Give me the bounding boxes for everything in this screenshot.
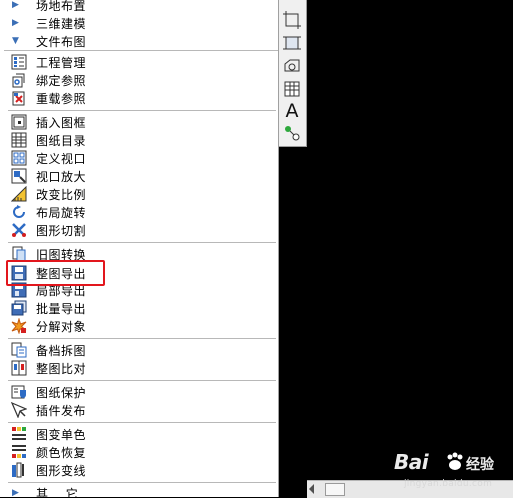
menu-item-label: 图形切割 — [36, 223, 87, 238]
expand-arrow-icon: ▶ — [12, 18, 19, 28]
highlight-box — [6, 260, 105, 286]
menu-item-label: 绑定参照 — [36, 73, 87, 88]
divider — [8, 422, 276, 423]
watermark-brand: Bai — [394, 450, 429, 474]
tree-item-label: 三维建模 — [36, 16, 87, 31]
graphic-cut-icon — [11, 222, 27, 238]
drawing-protect-icon — [11, 384, 27, 400]
define-viewport-icon — [11, 150, 27, 166]
divider — [8, 482, 276, 483]
expand-arrow-icon: ▶ — [12, 0, 19, 10]
tree-item-file-layout[interactable]: ▼ 文件布图 — [0, 32, 278, 50]
plugin-publish-icon — [10, 401, 28, 419]
menu-item-batch-export[interactable]: 批量导出 — [0, 299, 278, 317]
menu-panel: ▶ 场地布置 ▶ 三维建模 ▼ 文件布图 工程管理 绑定参照 重载参照 插入图框 — [0, 0, 279, 497]
paw-logo-icon — [447, 452, 463, 470]
menu-item-label: 工程管理 — [36, 55, 87, 70]
menu-item-label: 备档拆图 — [36, 343, 87, 358]
tree-item-label: 文件布图 — [36, 34, 87, 49]
menu-item-label: 图形变线 — [36, 463, 87, 478]
menu-item-label: 颜色恢复 — [36, 445, 87, 460]
menu-item-drawing-compare[interactable]: 整图比对 — [0, 359, 278, 377]
menu-item-bind-xref[interactable]: 绑定参照 — [0, 71, 278, 89]
menu-item-label: 插件发布 — [36, 403, 87, 418]
watermark-brand-suffix: 经验 — [466, 457, 494, 473]
menu-item-label: 视口放大 — [36, 169, 87, 184]
menu-item-label: 图变单色 — [36, 427, 87, 442]
menu-item-label: 图纸保护 — [36, 385, 87, 400]
watermark: Bai 经验 jingyan.baidu.com — [386, 448, 513, 497]
menu-item-change-scale[interactable]: 改变比例 — [0, 185, 278, 203]
frame-corner-icon[interactable] — [282, 10, 302, 30]
tree-item-label: 其 它 — [36, 486, 79, 498]
menu-item-drawing-catalog[interactable]: 图纸目录 — [0, 131, 278, 149]
divider — [8, 110, 276, 111]
batch-export-icon — [11, 300, 27, 316]
menu-item-layout-rotate[interactable]: 布局旋转 — [0, 203, 278, 221]
scroll-left-icon[interactable] — [309, 484, 314, 494]
divider — [4, 50, 278, 51]
viewport-zoom-icon — [11, 168, 27, 184]
menu-item-archive-split[interactable]: 备档拆图 — [0, 341, 278, 359]
archive-split-icon — [11, 342, 27, 358]
tree-item-label: 场地布置 — [36, 0, 87, 13]
tree-item-3d-modeling[interactable]: ▶ 三维建模 — [0, 14, 278, 32]
color-restore-icon — [11, 444, 27, 460]
menu-item-label: 分解对象 — [36, 319, 87, 334]
drawing-compare-icon — [11, 360, 27, 376]
menu-item-label: 整图比对 — [36, 361, 87, 376]
insert-frame-icon — [11, 114, 27, 130]
menu-item-label: 插入图框 — [36, 115, 87, 130]
watermark-url: jingyan.baidu.com — [404, 479, 493, 489]
expand-arrow-icon: ▶ — [12, 488, 19, 497]
menu-item-label: 重载参照 — [36, 91, 87, 106]
menu-item-reload-xref[interactable]: 重载参照 — [0, 89, 278, 107]
table-icon[interactable] — [282, 79, 302, 99]
menu-item-graphic-cut[interactable]: 图形切割 — [0, 221, 278, 239]
frame-select-icon[interactable] — [282, 33, 302, 53]
graphic-to-line-icon — [11, 462, 27, 478]
menu-item-label: 定义视口 — [36, 151, 87, 166]
side-toolbar: A — [279, 0, 307, 147]
collapse-arrow-icon: ▼ — [12, 36, 19, 46]
drawing-canvas[interactable] — [307, 0, 513, 480]
drawing-catalog-icon — [11, 132, 27, 148]
menu-item-plugin-publish[interactable]: 插件发布 — [0, 401, 278, 419]
shape-outline-icon[interactable] — [282, 56, 302, 76]
menu-item-label: 图纸目录 — [36, 133, 87, 148]
menu-item-insert-frame[interactable]: 插入图框 — [0, 113, 278, 131]
text-icon[interactable]: A — [282, 101, 302, 121]
change-scale-icon — [10, 185, 27, 202]
scroll-thumb[interactable] — [325, 483, 345, 496]
menu-item-viewport-zoom[interactable]: 视口放大 — [0, 167, 278, 185]
menu-item-monochrome[interactable]: 图变单色 — [0, 425, 278, 443]
layout-rotate-icon — [11, 204, 27, 220]
menu-item-explode-object[interactable]: 分解对象 — [0, 317, 278, 335]
bind-xref-icon — [11, 72, 27, 88]
menu-item-label: 改变比例 — [36, 187, 87, 202]
explode-object-icon — [11, 317, 27, 335]
menu-item-drawing-protect[interactable]: 图纸保护 — [0, 383, 278, 401]
divider — [8, 380, 276, 381]
connect-nodes-icon[interactable] — [282, 123, 302, 143]
tree-item-site-layout[interactable]: ▶ 场地布置 — [0, 0, 278, 14]
monochrome-icon — [11, 426, 27, 442]
menu-item-project-manager[interactable]: 工程管理 — [0, 53, 278, 71]
menu-item-define-viewport[interactable]: 定义视口 — [0, 149, 278, 167]
reload-xref-icon — [11, 90, 27, 106]
menu-item-label: 布局旋转 — [36, 205, 87, 220]
divider — [8, 338, 276, 339]
tree-item-other[interactable]: ▶ 其 它 — [0, 484, 278, 498]
menu-item-color-restore[interactable]: 颜色恢复 — [0, 443, 278, 461]
menu-item-label: 批量导出 — [36, 301, 87, 316]
menu-item-graphic-to-line[interactable]: 图形变线 — [0, 461, 278, 479]
project-manager-icon — [11, 54, 27, 70]
divider — [8, 242, 276, 243]
